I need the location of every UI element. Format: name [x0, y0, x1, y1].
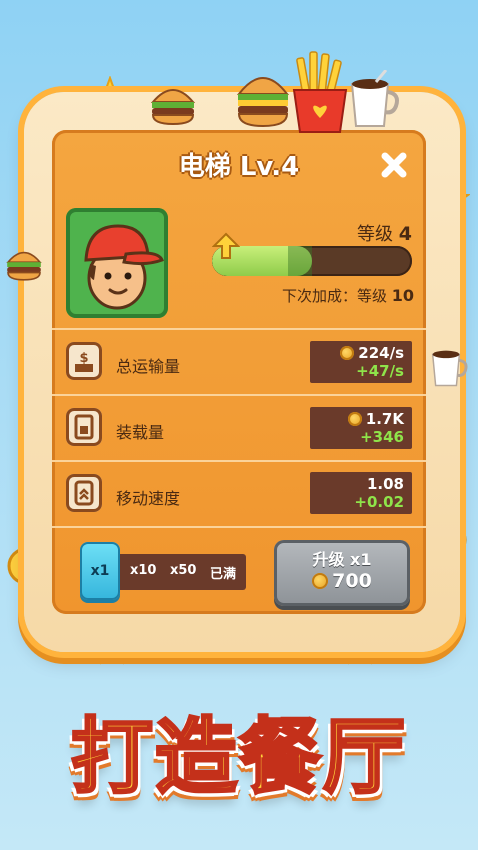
worker-face-icon [84, 224, 164, 310]
next-bonus: 下次加成：等级 10 [240, 285, 414, 306]
stat-value-box: 1.7K +346 [310, 407, 412, 449]
divider [52, 328, 426, 330]
coffee-cup-icon [350, 70, 399, 127]
burger-icon [150, 89, 196, 126]
stat-value: 224/s [340, 344, 404, 362]
stat-delta: +0.02 [354, 493, 404, 511]
banner-title: 打造餐厅 [69, 709, 407, 807]
stat-label: 总运输量 [116, 357, 181, 376]
divider [52, 460, 426, 462]
level-progress-marker [288, 246, 312, 276]
coin-icon [340, 346, 355, 360]
upgrade-button[interactable]: 升级 x1 700 [274, 540, 410, 606]
stat-delta: +346 [360, 428, 404, 446]
divider [52, 526, 426, 528]
next-bonus-label: 下次加成：等级 [281, 287, 387, 305]
fries-icon [292, 51, 348, 133]
divider [52, 394, 426, 396]
avatar [66, 208, 168, 318]
burger-icon [236, 77, 290, 128]
stat-delta: +47/s [356, 362, 404, 380]
capacity-icon [66, 408, 102, 446]
multiplier-option-max[interactable]: 已满 [210, 563, 236, 582]
multiplier-option-x50[interactable]: x50 [170, 563, 196, 578]
stat-label: 装载量 [116, 423, 165, 442]
coin-icon [347, 412, 362, 426]
coin-icon [312, 573, 329, 589]
close-icon[interactable] [379, 150, 409, 180]
multiplier-option-x1[interactable]: x1 [80, 542, 120, 600]
level-progress-bar [212, 246, 412, 276]
stat-value: 1.08 [366, 475, 404, 493]
svg-text:$: $ [79, 351, 88, 366]
level-indicator: 等级 4 [300, 220, 412, 246]
stat-value-box: 1.08 +0.02 [310, 472, 412, 514]
next-bonus-value: 10 [391, 286, 414, 305]
upgrade-label: 升级 x1 [312, 550, 372, 569]
transport-icon: $ [66, 342, 102, 380]
stat-value: 1.7K [347, 410, 404, 428]
multiplier-option-x10[interactable]: x10 [130, 563, 156, 578]
level-value: 4 [398, 223, 412, 245]
speed-icon [66, 474, 102, 512]
level-label: 等级 [357, 224, 394, 245]
stat-value-box: 224/s +47/s [310, 341, 412, 383]
stat-label: 移动速度 [116, 489, 181, 508]
upgrade-cost: 700 [274, 570, 410, 592]
burger-icon [6, 251, 42, 281]
level-up-arrow-icon [212, 232, 240, 259]
coffee-cup-icon [431, 350, 468, 387]
